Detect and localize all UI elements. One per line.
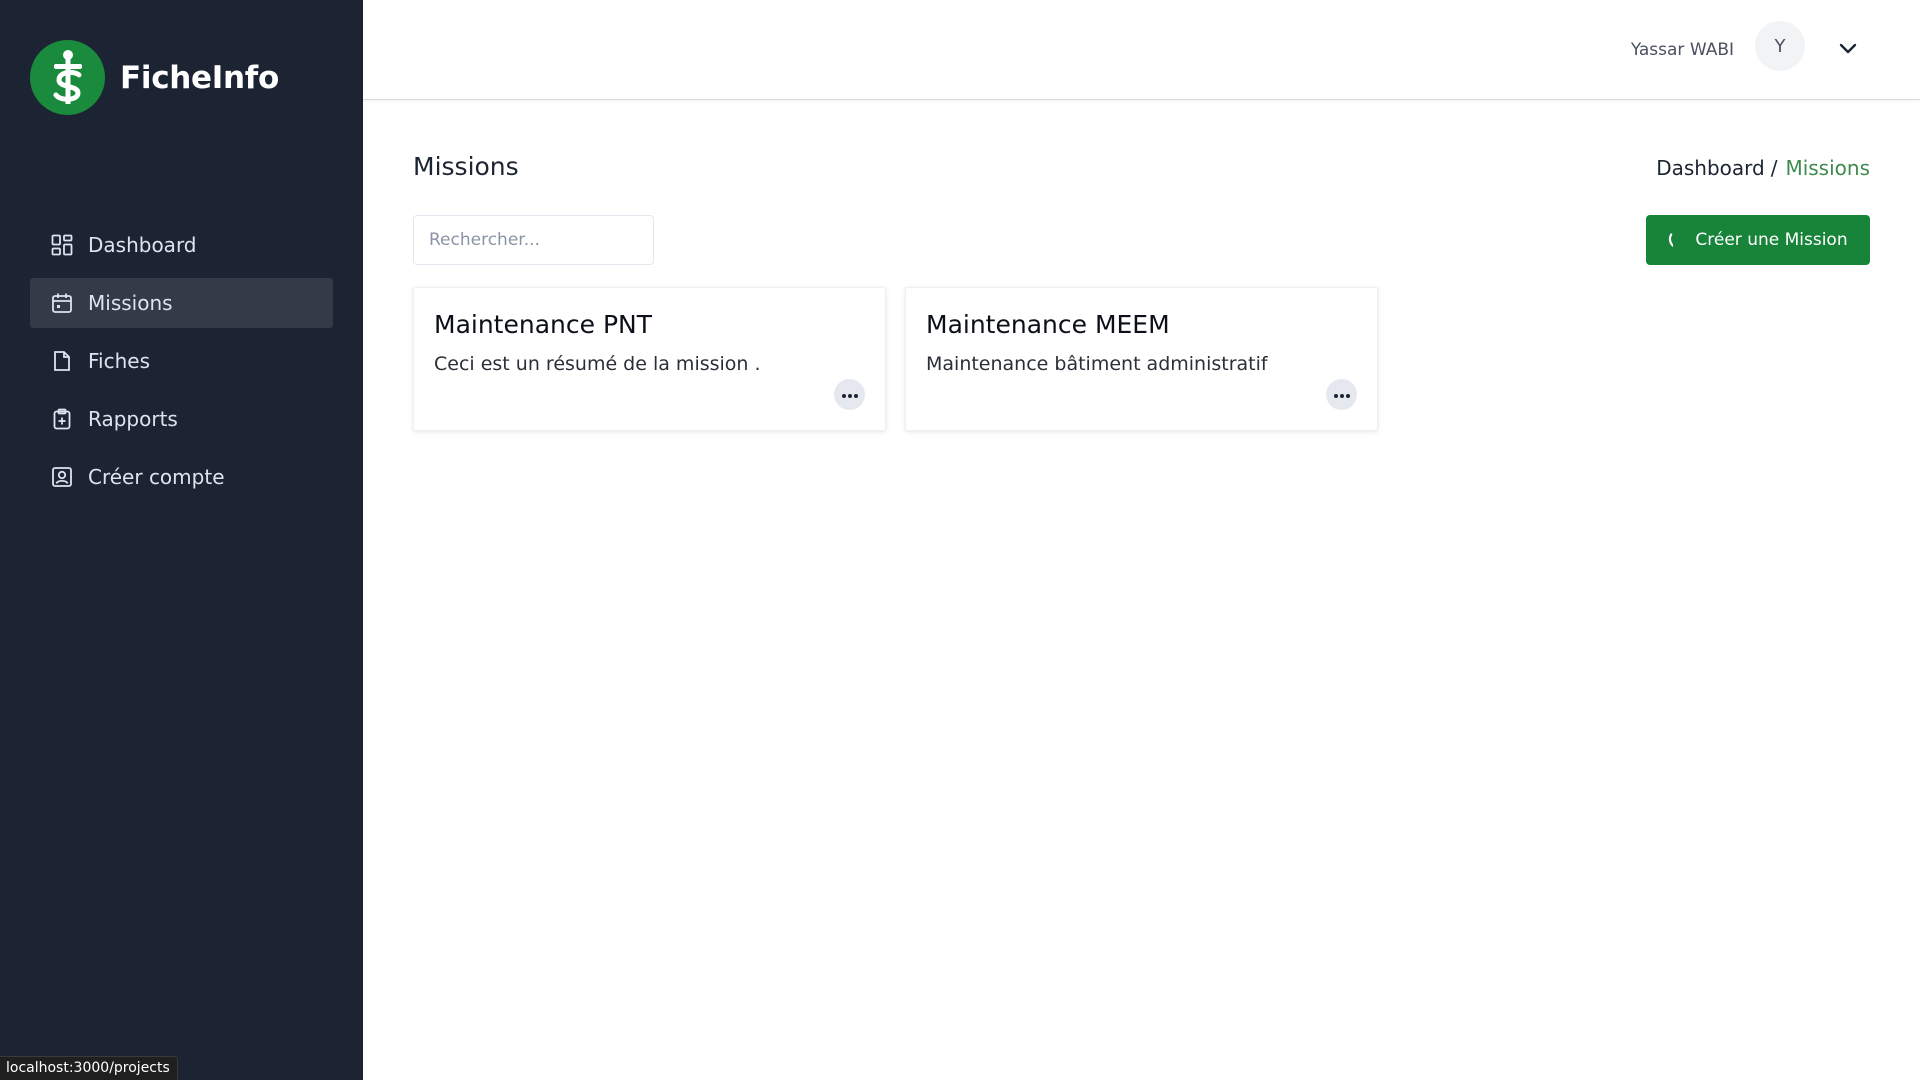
mission-card-title: Maintenance MEEM (926, 310, 1170, 339)
sidebar-item-missions[interactable]: Missions (30, 278, 333, 328)
sidebar-item-creer-compte[interactable]: Créer compte (30, 452, 333, 502)
breadcrumb-link-dashboard[interactable]: Dashboard (1656, 156, 1765, 180)
mission-card-title: Maintenance PNT (434, 310, 652, 339)
status-bar-url: localhost:3000/projects (0, 1056, 178, 1080)
more-options-button[interactable] (1326, 379, 1357, 410)
breadcrumb: Dashboard / Missions (1656, 156, 1870, 180)
sidebar-item-label: Dashboard (88, 233, 197, 257)
search-input[interactable] (413, 215, 654, 265)
brand-logo-icon (30, 40, 105, 115)
dashboard-grid-icon (50, 233, 74, 257)
ellipsis-icon (841, 387, 859, 402)
mission-card[interactable]: Maintenance MEEM Maintenance bâtiment ad… (905, 287, 1378, 431)
main-content: Missions Dashboard / Missions Créer une … (363, 101, 1920, 1080)
mission-cards: Maintenance PNT Ceci est un résumé de la… (413, 287, 1397, 431)
breadcrumb-separator: / (1770, 156, 1778, 180)
sidebar-item-label: Missions (88, 291, 173, 315)
sidebar-item-rapports[interactable]: Rapports (30, 394, 333, 444)
sidebar: FicheInfo Dashboard Missions Fiches Rapp… (0, 0, 363, 1080)
brand[interactable]: FicheInfo (30, 40, 279, 115)
more-options-button[interactable] (834, 379, 865, 410)
page-title: Missions (413, 152, 519, 181)
chevron-down-icon[interactable] (1836, 36, 1860, 60)
create-mission-button[interactable]: Créer une Mission (1673, 215, 1870, 265)
file-icon (50, 349, 74, 373)
sidebar-item-label: Rapports (88, 407, 178, 431)
mission-card-description: Maintenance bâtiment administratif (926, 353, 1268, 375)
user-name[interactable]: Yassar WABI (1631, 40, 1734, 60)
breadcrumb-current: Missions (1785, 156, 1870, 180)
calendar-icon (50, 291, 74, 315)
sidebar-item-label: Fiches (88, 349, 151, 373)
sidebar-item-label: Créer compte (88, 465, 225, 489)
brand-name: FicheInfo (120, 59, 279, 96)
avatar[interactable]: Y (1755, 21, 1805, 71)
sidebar-item-dashboard[interactable]: Dashboard (30, 220, 333, 270)
sidebar-nav: Dashboard Missions Fiches Rapports Créer… (30, 220, 333, 510)
clipboard-plus-icon (50, 407, 74, 431)
ellipsis-icon (1333, 387, 1351, 402)
sidebar-item-fiches[interactable]: Fiches (30, 336, 333, 386)
mission-card[interactable]: Maintenance PNT Ceci est un résumé de la… (413, 287, 886, 431)
top-header: Yassar WABI Y (363, 0, 1920, 100)
mission-card-description: Ceci est un résumé de la mission . (434, 353, 761, 375)
user-square-icon (50, 465, 74, 489)
